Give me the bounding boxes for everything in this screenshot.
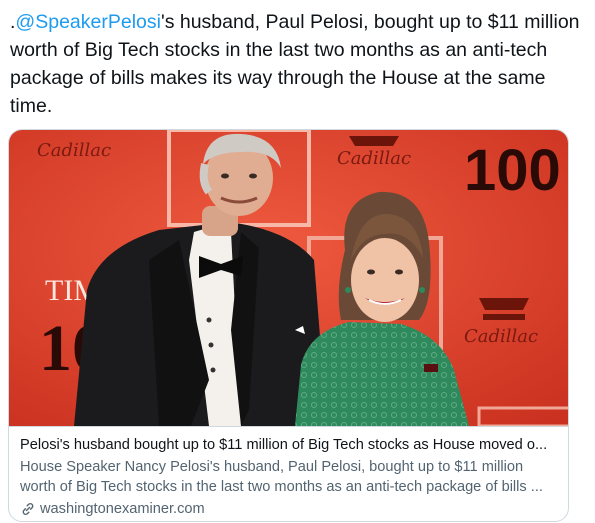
card-meta[interactable]: Pelosi's husband bought up to $11 millio… (9, 426, 568, 521)
link-icon (22, 503, 34, 515)
card-description-line: worth of Big Tech stocks in the last two… (20, 479, 543, 495)
card-domain[interactable]: washingtonexaminer.com (20, 499, 557, 519)
backdrop-number-text: 100 (464, 138, 561, 203)
tweet-text: .@SpeakerPelosi's husband, Paul Pelosi, … (10, 8, 580, 120)
mention-link[interactable]: @SpeakerPelosi (15, 11, 161, 33)
article-photo[interactable]: Cadillac Cadillac Cadillac 100 TIM 10 (9, 130, 569, 426)
card-domain-text[interactable]: washingtonexaminer.com (40, 499, 205, 519)
backdrop-logo-text: Cadillac (337, 148, 411, 169)
card-description: House Speaker Nancy Pelosi's husband, Pa… (20, 457, 557, 497)
backdrop-logo-text: Cadillac (464, 326, 538, 347)
card-title[interactable]: Pelosi's husband bought up to $11 millio… (20, 435, 557, 455)
link-preview-card[interactable]: Cadillac Cadillac Cadillac 100 TIM 10 Pe… (8, 129, 569, 522)
backdrop-logo-text: Cadillac (37, 140, 111, 161)
card-description-line: House Speaker Nancy Pelosi's husband, Pa… (20, 459, 524, 475)
